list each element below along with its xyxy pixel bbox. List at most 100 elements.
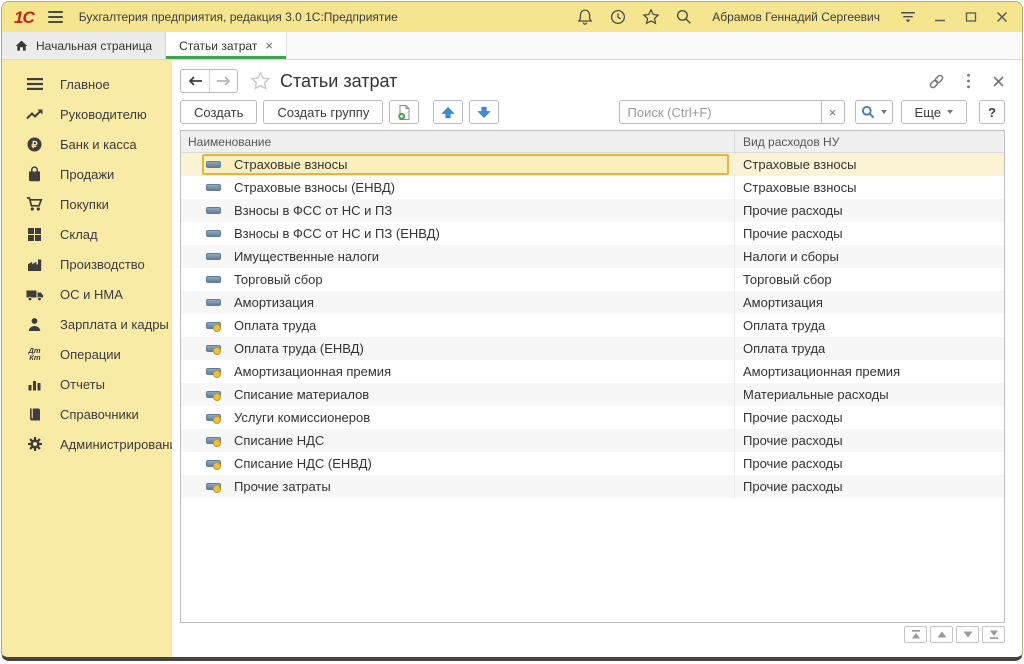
debit-credit-icon: ДтКт	[25, 345, 44, 363]
expense-type-cell[interactable]: Страховые взносы	[734, 176, 1004, 199]
table-row[interactable]: Торговый сбор Торговый сбор	[181, 268, 1004, 291]
close-window-button[interactable]	[994, 9, 1010, 25]
search-clear-icon[interactable]: ×	[821, 100, 845, 124]
move-down-button[interactable]	[469, 100, 499, 124]
sidebar-item-administration[interactable]: Администрирование	[2, 429, 172, 459]
name-cell[interactable]: Списание НДС (ЕНВД)	[181, 452, 734, 475]
column-header-name[interactable]: Наименование	[181, 131, 734, 152]
shopping-bag-icon	[25, 165, 44, 183]
table-row[interactable]: Взносы в ФСС от НС и ПЗ Прочие расходы	[181, 199, 1004, 222]
name-cell[interactable]: Прочие затраты	[181, 475, 734, 498]
expense-type-cell[interactable]: Оплата труда	[734, 337, 1004, 360]
table-row[interactable]: Оплата труда (ЕНВД) Оплата труда	[181, 337, 1004, 360]
favorites-icon[interactable]	[642, 8, 660, 26]
close-form-icon[interactable]	[992, 75, 1005, 88]
name-cell[interactable]: Торговый сбор	[181, 268, 734, 291]
table-row[interactable]: Имущественные налоги Налоги и сборы	[181, 245, 1004, 268]
notifications-icon[interactable]	[576, 8, 594, 26]
name-cell[interactable]: Списание НДС	[181, 429, 734, 452]
go-up-button[interactable]	[930, 626, 953, 643]
search-input[interactable]	[619, 100, 821, 124]
expense-type-cell[interactable]: Торговый сбор	[734, 268, 1004, 291]
tab-home-page[interactable]: Начальная страница	[2, 32, 166, 59]
sidebar-item-main[interactable]: Главное	[2, 69, 172, 99]
table-row[interactable]: Услуги комиссионеров Прочие расходы	[181, 406, 1004, 429]
expense-type-cell[interactable]: Прочие расходы	[734, 475, 1004, 498]
item-icon	[206, 251, 221, 262]
name-cell[interactable]: Страховые взносы	[181, 153, 734, 176]
table-row[interactable]: Списание НДС Прочие расходы	[181, 429, 1004, 452]
expense-type-cell[interactable]: Прочие расходы	[734, 199, 1004, 222]
create-group-button[interactable]: Создать группу	[263, 100, 383, 124]
create-button[interactable]: Создать	[180, 100, 257, 124]
expense-type-cell[interactable]: Налоги и сборы	[734, 245, 1004, 268]
sidebar-item-purchases[interactable]: Покупки	[2, 189, 172, 219]
expense-type-cell[interactable]: Прочие расходы	[734, 406, 1004, 429]
sidebar-item-reports[interactable]: Отчеты	[2, 369, 172, 399]
name-cell[interactable]: Оплата труда (ЕНВД)	[181, 337, 734, 360]
expense-type-cell[interactable]: Материальные расходы	[734, 383, 1004, 406]
name-cell[interactable]: Имущественные налоги	[181, 245, 734, 268]
history-icon[interactable]	[609, 8, 627, 26]
table-row[interactable]: Списание материалов Материальные расходы	[181, 383, 1004, 406]
tab-cost-items[interactable]: Статьи затрат ×	[166, 32, 287, 59]
expense-type-cell[interactable]: Амортизация	[734, 291, 1004, 314]
back-button[interactable]	[181, 70, 209, 92]
sidebar-item-bank-cash[interactable]: ₽ Банк и касса	[2, 129, 172, 159]
service-settings-icon[interactable]	[899, 8, 917, 26]
tab-close-icon[interactable]: ×	[265, 39, 273, 52]
table-row[interactable]: Страховые взносы (ЕНВД) Страховые взносы	[181, 176, 1004, 199]
go-to-bottom-button[interactable]	[982, 626, 1005, 643]
expense-type-cell[interactable]: Прочие расходы	[734, 452, 1004, 475]
sidebar-item-manager[interactable]: Руководителю	[2, 99, 172, 129]
name-cell[interactable]: Страховые взносы (ЕНВД)	[181, 176, 734, 199]
table-row[interactable]: Амортизация Амортизация	[181, 291, 1004, 314]
expense-type-cell[interactable]: Прочие расходы	[734, 429, 1004, 452]
table-row[interactable]: Амортизационная премия Амортизационная п…	[181, 360, 1004, 383]
page-title: Статьи затрат	[280, 71, 397, 92]
main-menu-icon[interactable]	[48, 11, 63, 23]
name-cell[interactable]: Оплата труда	[181, 314, 734, 337]
sidebar-item-sales[interactable]: Продажи	[2, 159, 172, 189]
name-cell[interactable]: Списание материалов	[181, 383, 734, 406]
expense-type-cell[interactable]: Страховые взносы	[734, 153, 1004, 176]
minimize-button[interactable]	[932, 9, 948, 25]
name-cell[interactable]: Взносы в ФСС от НС и ПЗ	[181, 199, 734, 222]
go-to-top-button[interactable]	[904, 626, 927, 643]
table-row[interactable]: Страховые взносы Страховые взносы	[181, 153, 1004, 176]
go-down-button[interactable]	[956, 626, 979, 643]
user-name[interactable]: Абрамов Геннадий Сергеевич	[712, 10, 880, 24]
name-cell[interactable]: Услуги комиссионеров	[181, 406, 734, 429]
get-link-icon[interactable]	[928, 73, 945, 90]
expense-type-cell[interactable]: Прочие расходы	[734, 222, 1004, 245]
table-row[interactable]: Оплата труда Оплата труда	[181, 314, 1004, 337]
svg-text:₽: ₽	[31, 140, 38, 151]
sidebar-item-warehouse[interactable]: Склад	[2, 219, 172, 249]
sidebar-item-operations[interactable]: ДтКт Операции	[2, 339, 172, 369]
add-to-favorites-star-icon[interactable]	[250, 71, 271, 91]
table-row[interactable]: Списание НДС (ЕНВД) Прочие расходы	[181, 452, 1004, 475]
column-header-expense-type[interactable]: Вид расходов НУ	[734, 131, 1004, 152]
main-panel: Статьи затрат Создать Создать группу	[172, 60, 1022, 657]
sidebar-item-directories[interactable]: Справочники	[2, 399, 172, 429]
help-button[interactable]: ?	[979, 100, 1005, 124]
search-button[interactable]	[855, 100, 893, 124]
forward-button[interactable]	[209, 70, 237, 92]
sidebar-item-production[interactable]: Производство	[2, 249, 172, 279]
table-row[interactable]: Взносы в ФСС от НС и ПЗ (ЕНВД) Прочие ра…	[181, 222, 1004, 245]
name-cell[interactable]: Амортизационная премия	[181, 360, 734, 383]
table-row[interactable]: Прочие затраты Прочие расходы	[181, 475, 1004, 498]
sidebar-item-fixed-assets[interactable]: ОС и НМА	[2, 279, 172, 309]
sidebar-item-salary-hr[interactable]: Зарплата и кадры	[2, 309, 172, 339]
copy-item-button[interactable]	[389, 100, 419, 124]
more-button[interactable]: Еще	[901, 100, 967, 124]
predefined-item-icon	[206, 481, 221, 492]
name-cell[interactable]: Взносы в ФСС от НС и ПЗ (ЕНВД)	[181, 222, 734, 245]
maximize-button[interactable]	[963, 9, 979, 25]
more-options-dots-icon[interactable]	[966, 73, 971, 89]
move-up-button[interactable]	[433, 100, 463, 124]
expense-type-cell[interactable]: Оплата труда	[734, 314, 1004, 337]
expense-type-cell[interactable]: Амортизационная премия	[734, 360, 1004, 383]
name-cell[interactable]: Амортизация	[181, 291, 734, 314]
global-search-icon[interactable]	[675, 8, 693, 26]
